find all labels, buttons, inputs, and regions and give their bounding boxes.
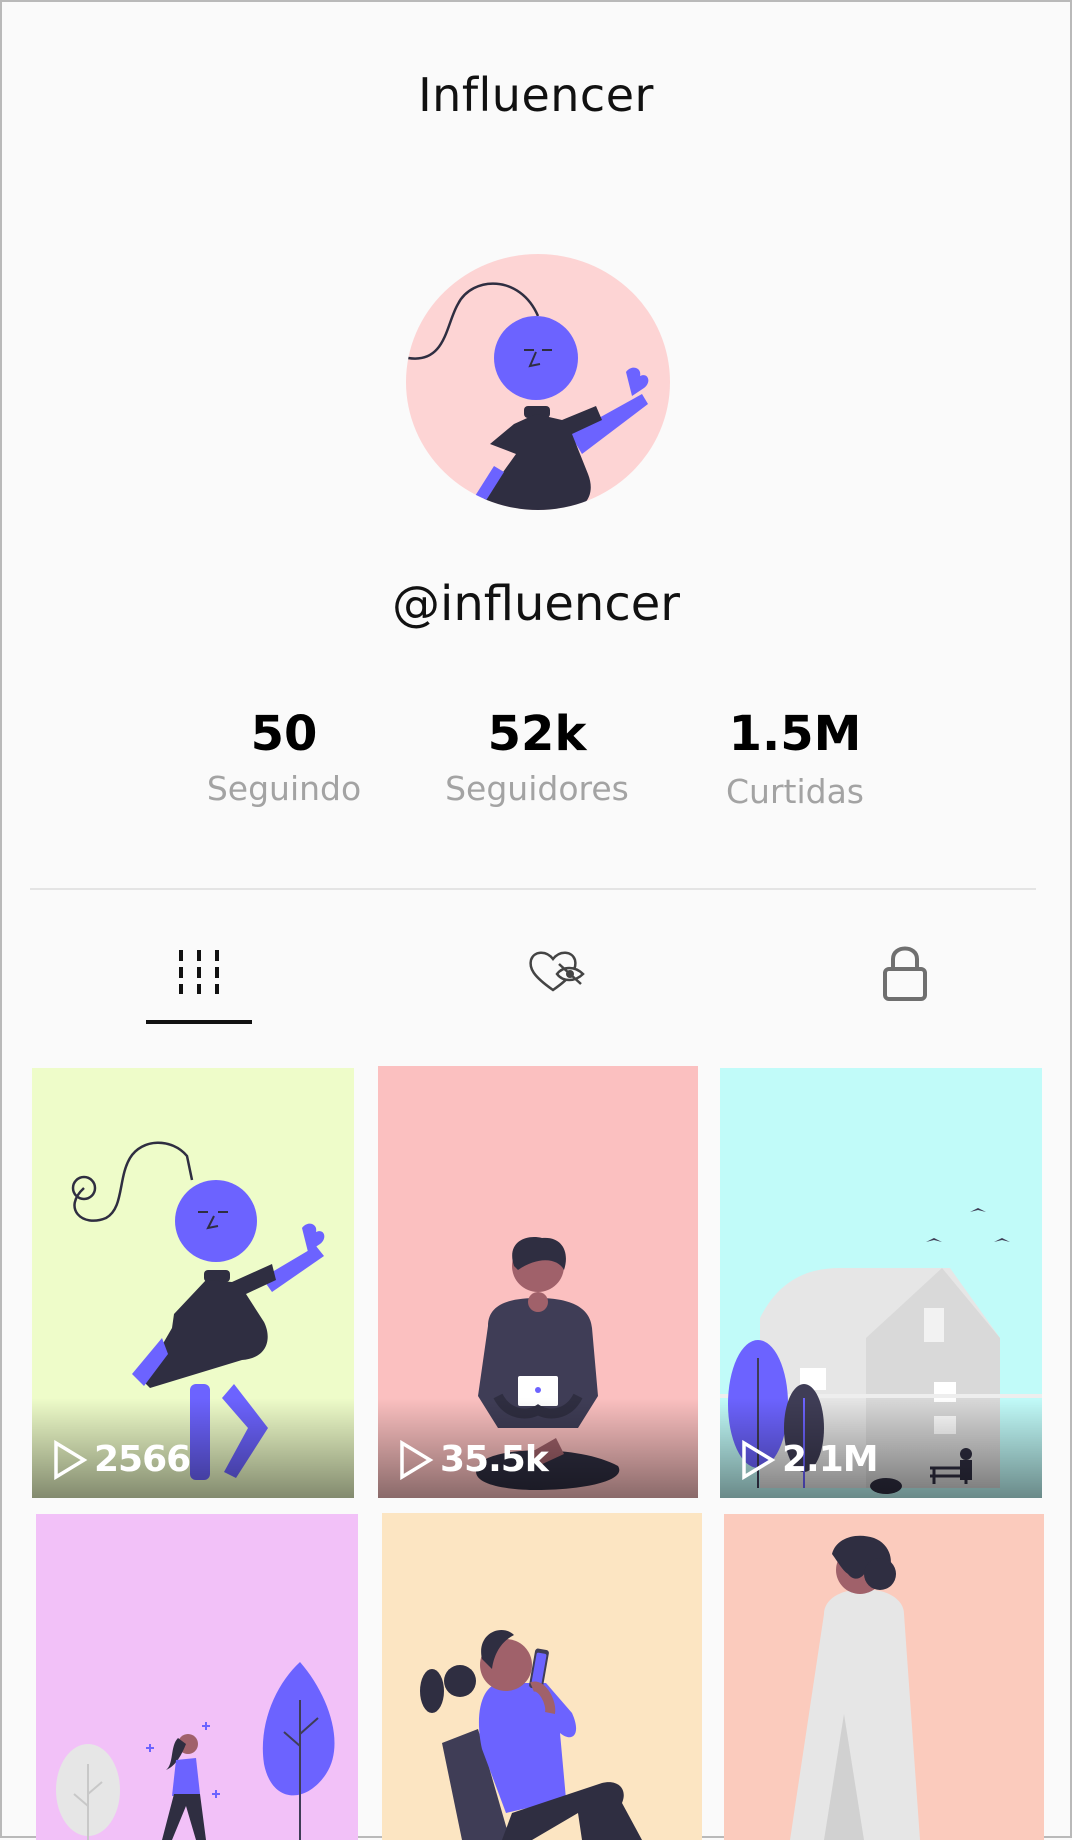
view-count: 2566 xyxy=(52,1439,191,1480)
avatar-illustration xyxy=(407,282,649,510)
video-thumbnail[interactable] xyxy=(724,1514,1044,1840)
video-thumbnail[interactable]: 35.5k xyxy=(378,1066,698,1498)
stat-following-label: Seguindo xyxy=(206,769,362,808)
video-thumbnail[interactable]: 2566 xyxy=(32,1068,354,1498)
tab-liked[interactable] xyxy=(497,932,617,1012)
stat-likes-value: 1.5M xyxy=(728,706,862,762)
play-icon xyxy=(400,1439,434,1480)
tab-private[interactable] xyxy=(845,932,965,1012)
video-thumbnail[interactable] xyxy=(382,1513,702,1840)
video-thumbnail[interactable]: 2.1M xyxy=(720,1068,1042,1498)
lock-icon xyxy=(883,946,927,1001)
stat-followers-label: Seguidores xyxy=(445,769,629,808)
grid-icon xyxy=(179,950,219,994)
video-thumbnail-illustration xyxy=(36,1514,358,1840)
avatar[interactable] xyxy=(406,254,670,510)
liked-hidden-icon xyxy=(529,951,585,992)
play-icon xyxy=(54,1439,88,1480)
video-thumbnail-illustration xyxy=(724,1514,1044,1840)
stat-likes-label: Curtidas xyxy=(726,772,864,811)
video-thumbnail-illustration xyxy=(382,1513,702,1840)
view-count-text: 35.5k xyxy=(440,1439,549,1480)
tab-active-indicator xyxy=(146,1020,252,1024)
stat-followers[interactable]: 52k Seguidores xyxy=(417,706,657,810)
stat-likes[interactable]: 1.5M Curtidas xyxy=(675,706,915,813)
stat-following-value: 50 xyxy=(250,706,318,762)
stat-following[interactable]: 50 Seguindo xyxy=(164,706,404,810)
play-icon xyxy=(742,1439,776,1480)
stat-followers-value: 52k xyxy=(487,706,587,762)
view-count-text: 2566 xyxy=(94,1439,191,1480)
section-divider xyxy=(30,888,1036,890)
video-thumbnail[interactable] xyxy=(36,1514,358,1840)
tab-videos[interactable] xyxy=(139,932,259,1012)
page-title: Influencer xyxy=(418,68,654,122)
username-handle: @influencer xyxy=(391,576,681,632)
view-count: 2.1M xyxy=(740,1439,879,1480)
view-count-text: 2.1M xyxy=(782,1439,879,1480)
view-count: 35.5k xyxy=(398,1439,549,1480)
